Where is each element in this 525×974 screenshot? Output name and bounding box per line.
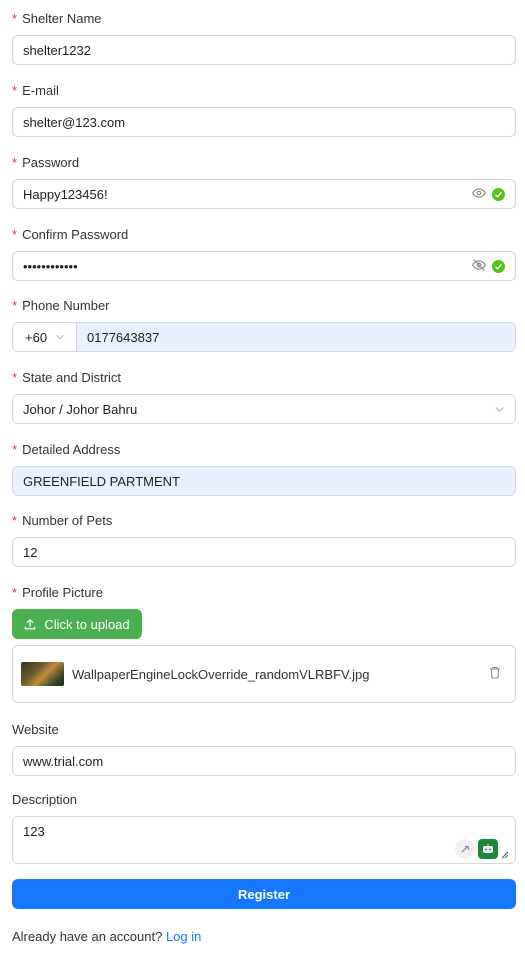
register-button[interactable]: Register <box>12 879 516 909</box>
input-value: shelter1232 <box>23 42 91 58</box>
file-name[interactable]: WallpaperEngineLockOverride_randomVLRBFV… <box>72 667 489 682</box>
required-mark: * <box>12 369 18 385</box>
input-value: 0177643837 <box>87 329 160 345</box>
description-label: Description <box>12 789 516 809</box>
upload-button-label: Click to upload <box>44 616 130 632</box>
shelter-name-label: * Shelter Name <box>12 8 516 28</box>
phone-label: * Phone Number <box>12 295 516 315</box>
chevron-down-icon <box>495 406 504 412</box>
website-input[interactable]: www.trial.com <box>12 746 516 776</box>
textarea-tools <box>455 839 509 859</box>
confirm-password-input[interactable]: •••••••••••• <box>12 251 516 281</box>
login-link[interactable]: Log in <box>166 929 201 944</box>
input-value: www.trial.com <box>23 753 104 769</box>
country-code-select[interactable]: +60 <box>13 323 77 351</box>
phone-field: * Phone Number +60 0177643837 <box>12 295 516 352</box>
address-input[interactable]: GREENFIELD PARTMENT <box>12 466 516 496</box>
check-circle-icon <box>492 259 505 273</box>
pets-field: * Number of Pets 12 <box>12 510 516 567</box>
trash-icon[interactable] <box>489 666 501 682</box>
input-value: •••••••••••• <box>23 258 78 274</box>
file-thumbnail <box>21 662 64 686</box>
password-input[interactable]: Happy123456! <box>12 179 516 209</box>
label-text: Number of Pets <box>22 512 113 528</box>
login-prompt: Already have an account? Log in <box>12 929 201 944</box>
description-textarea[interactable]: 123 <box>12 816 516 864</box>
textarea-value: 123 <box>23 824 45 839</box>
login-prompt-text: Already have an account? <box>12 929 163 944</box>
check-circle-icon <box>492 187 505 201</box>
shelter-name-field: * Shelter Name shelter1232 <box>12 8 516 65</box>
address-label: * Detailed Address <box>12 439 516 459</box>
profile-picture-field: * Profile Picture Click to upload Wallpa… <box>12 582 516 703</box>
input-suffix <box>471 186 505 203</box>
email-input[interactable]: shelter@123.com <box>12 107 516 137</box>
required-mark: * <box>12 297 18 313</box>
eye-icon[interactable] <box>471 186 487 203</box>
state-field: * State and District Johor / Johor Bahru <box>12 367 516 424</box>
country-code-value: +60 <box>25 329 48 345</box>
label-text: E-mail <box>22 82 59 98</box>
uploaded-file-item: WallpaperEngineLockOverride_randomVLRBFV… <box>12 645 516 703</box>
required-mark: * <box>12 10 18 26</box>
pets-input[interactable]: 12 <box>12 537 516 567</box>
label-text: Website <box>12 721 59 737</box>
required-mark: * <box>12 441 18 457</box>
required-mark: * <box>12 584 18 600</box>
resize-handle-icon[interactable] <box>501 851 509 859</box>
state-district-select[interactable]: Johor / Johor Bahru <box>12 394 516 424</box>
upload-button[interactable]: Click to upload <box>12 609 142 639</box>
profile-picture-label: * Profile Picture <box>12 582 516 602</box>
phone-input-group: +60 0177643837 <box>12 322 516 352</box>
description-field: Description 123 <box>12 789 516 864</box>
phone-number-input[interactable]: 0177643837 <box>77 323 515 351</box>
shelter-name-input[interactable]: shelter1232 <box>12 35 516 65</box>
pets-label: * Number of Pets <box>12 510 516 530</box>
input-value: shelter@123.com <box>23 114 126 130</box>
address-field: * Detailed Address GREENFIELD PARTMENT <box>12 439 516 496</box>
chevron-down-icon <box>56 334 64 340</box>
required-mark: * <box>12 154 18 170</box>
label-text: Phone Number <box>22 297 110 313</box>
website-field: Website www.trial.com <box>12 719 516 776</box>
label-text: State and District <box>22 369 122 385</box>
email-label: * E-mail <box>12 80 516 100</box>
email-field: * E-mail shelter@123.com <box>12 80 516 137</box>
password-field: * Password Happy123456! <box>12 152 516 209</box>
required-mark: * <box>12 226 18 242</box>
upload-icon <box>25 618 36 630</box>
input-suffix <box>471 258 505 275</box>
eye-off-icon[interactable] <box>471 258 487 275</box>
input-value: Happy123456! <box>23 186 108 202</box>
quill-icon[interactable] <box>455 839 475 859</box>
select-value: Johor / Johor Bahru <box>23 401 138 417</box>
label-text: Password <box>22 154 80 170</box>
required-mark: * <box>12 512 18 528</box>
website-label: Website <box>12 719 516 739</box>
input-value: 12 <box>23 544 38 560</box>
label-text: Detailed Address <box>22 441 121 457</box>
required-mark: * <box>12 82 18 98</box>
password-label: * Password <box>12 152 516 172</box>
label-text: Profile Picture <box>22 584 103 600</box>
label-text: Description <box>12 791 78 807</box>
input-value: GREENFIELD PARTMENT <box>23 473 180 489</box>
label-text: Shelter Name <box>22 10 102 26</box>
label-text: Confirm Password <box>22 226 129 242</box>
state-label: * State and District <box>12 367 516 387</box>
bot-icon[interactable] <box>478 839 498 859</box>
confirm-password-field: * Confirm Password •••••••••••• <box>12 224 516 281</box>
confirm-password-label: * Confirm Password <box>12 224 516 244</box>
